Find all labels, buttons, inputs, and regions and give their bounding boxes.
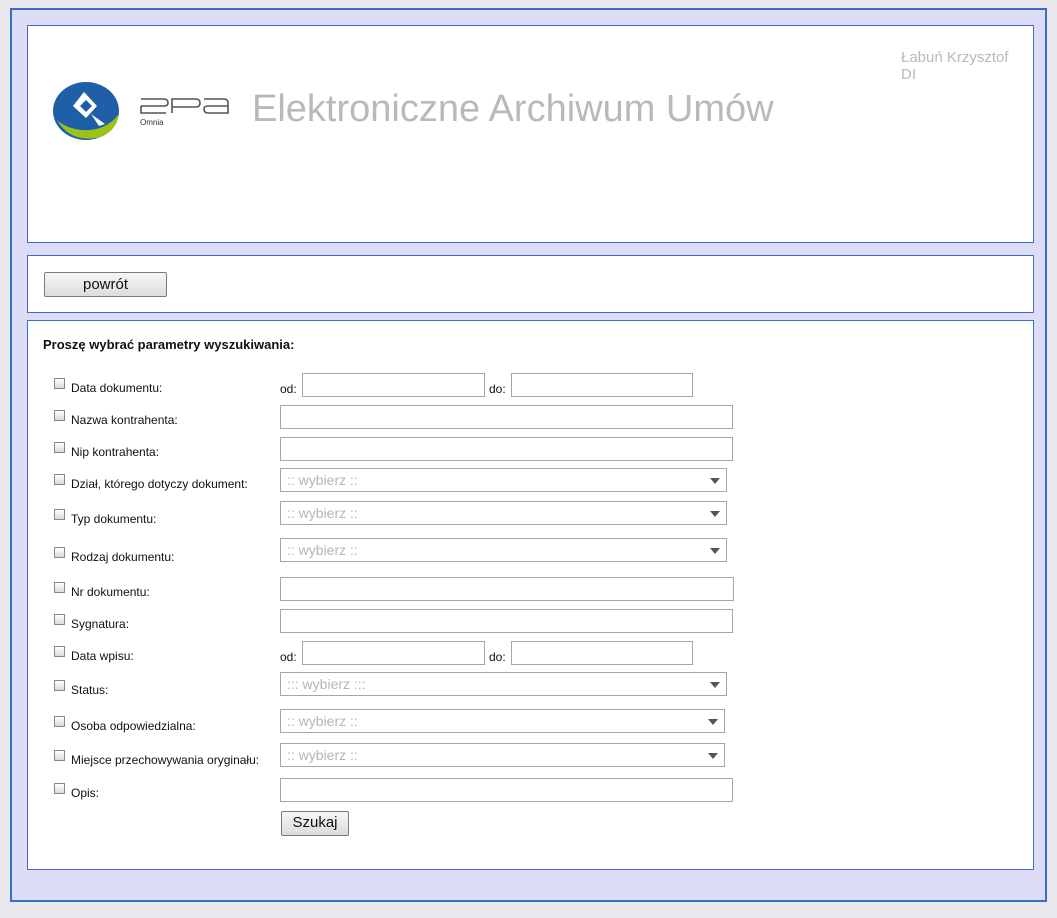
checkbox-data-dokumentu[interactable]	[54, 378, 65, 389]
chevron-down-icon	[708, 753, 718, 759]
label-osoba: Osoba odpowiedzialna:	[71, 719, 196, 733]
checkbox-nip-kontrahenta[interactable]	[54, 442, 65, 453]
epa-logo: Omnia	[138, 96, 230, 136]
form-title: Proszę wybrać parametry wyszukiwania:	[43, 337, 295, 352]
to-label: do:	[489, 382, 506, 396]
label-nr-dokumentu: Nr dokumentu:	[71, 585, 150, 599]
company-logo	[51, 80, 121, 142]
from-label: od:	[280, 382, 297, 396]
nav-panel: powrót	[27, 255, 1034, 313]
data-wpisu-to-input[interactable]	[511, 641, 693, 665]
nazwa-kontrahenta-input[interactable]	[280, 405, 733, 429]
checkbox-sygnatura[interactable]	[54, 614, 65, 625]
dzial-select-value: :: wybierz ::	[287, 472, 358, 488]
checkbox-typ-dokumentu[interactable]	[54, 509, 65, 520]
typ-dokumentu-select[interactable]: :: wybierz ::	[280, 501, 727, 525]
label-rodzaj-dokumentu: Rodzaj dokumentu:	[71, 550, 175, 564]
checkbox-rodzaj-dokumentu[interactable]	[54, 547, 65, 558]
chevron-down-icon	[710, 548, 720, 554]
osoba-select-value: :: wybierz ::	[287, 713, 358, 729]
data-dokumentu-from-input[interactable]	[302, 373, 485, 397]
typ-dokumentu-select-value: :: wybierz ::	[287, 505, 358, 521]
opis-input[interactable]	[280, 778, 733, 802]
user-department: DI	[901, 66, 916, 83]
status-select-value: ::: wybierz :::	[287, 676, 366, 692]
label-typ-dokumentu: Typ dokumentu:	[71, 512, 157, 526]
label-status: Status:	[71, 683, 109, 697]
chevron-down-icon	[708, 719, 718, 725]
to-label: do:	[489, 650, 506, 664]
miejsce-select-value: :: wybierz ::	[287, 747, 358, 763]
rodzaj-dokumentu-select-value: :: wybierz ::	[287, 542, 358, 558]
rodzaj-dokumentu-select[interactable]: :: wybierz ::	[280, 538, 727, 562]
header-panel: Omnia Elektroniczne Archiwum Umów Łabuń …	[27, 25, 1034, 243]
app-frame: Omnia Elektroniczne Archiwum Umów Łabuń …	[10, 8, 1047, 902]
search-form-panel: Proszę wybrać parametry wyszukiwania: Da…	[27, 320, 1034, 870]
nr-dokumentu-input[interactable]	[280, 577, 734, 601]
nip-kontrahenta-input[interactable]	[280, 437, 733, 461]
status-select[interactable]: ::: wybierz :::	[280, 672, 727, 696]
label-nazwa-kontrahenta: Nazwa kontrahenta:	[71, 413, 178, 427]
chevron-down-icon	[710, 682, 720, 688]
data-dokumentu-to-input[interactable]	[511, 373, 693, 397]
user-info: Łabuń Krzysztof DI	[901, 49, 1009, 83]
label-opis: Opis:	[71, 786, 100, 800]
logo-subtext: Omnia	[140, 118, 164, 127]
checkbox-opis[interactable]	[54, 783, 65, 794]
checkbox-miejsce[interactable]	[54, 750, 65, 761]
checkbox-nr-dokumentu[interactable]	[54, 582, 65, 593]
osoba-select[interactable]: :: wybierz ::	[280, 709, 725, 733]
checkbox-status[interactable]	[54, 680, 65, 691]
miejsce-select[interactable]: :: wybierz ::	[280, 743, 725, 767]
checkbox-osoba[interactable]	[54, 716, 65, 727]
label-dzial: Dział, którego dotyczy dokument:	[71, 477, 248, 491]
checkbox-nazwa-kontrahenta[interactable]	[54, 410, 65, 421]
app-title: Elektroniczne Archiwum Umów	[252, 88, 774, 130]
chevron-down-icon	[710, 511, 720, 517]
search-button[interactable]: Szukaj	[281, 811, 349, 836]
user-name: Łabuń Krzysztof	[901, 49, 1009, 66]
label-sygnatura: Sygnatura:	[71, 617, 130, 631]
label-data-wpisu: Data wpisu:	[71, 649, 134, 663]
back-button[interactable]: powrót	[44, 272, 167, 297]
dzial-select[interactable]: :: wybierz ::	[280, 468, 727, 492]
checkbox-dzial[interactable]	[54, 474, 65, 485]
sygnatura-input[interactable]	[280, 609, 733, 633]
data-wpisu-from-input[interactable]	[302, 641, 485, 665]
chevron-down-icon	[710, 478, 720, 484]
label-miejsce: Miejsce przechowywania oryginału:	[71, 753, 260, 767]
label-nip-kontrahenta: Nip kontrahenta:	[71, 445, 160, 459]
label-data-dokumentu: Data dokumentu:	[71, 381, 163, 395]
from-label: od:	[280, 650, 297, 664]
checkbox-data-wpisu[interactable]	[54, 646, 65, 657]
